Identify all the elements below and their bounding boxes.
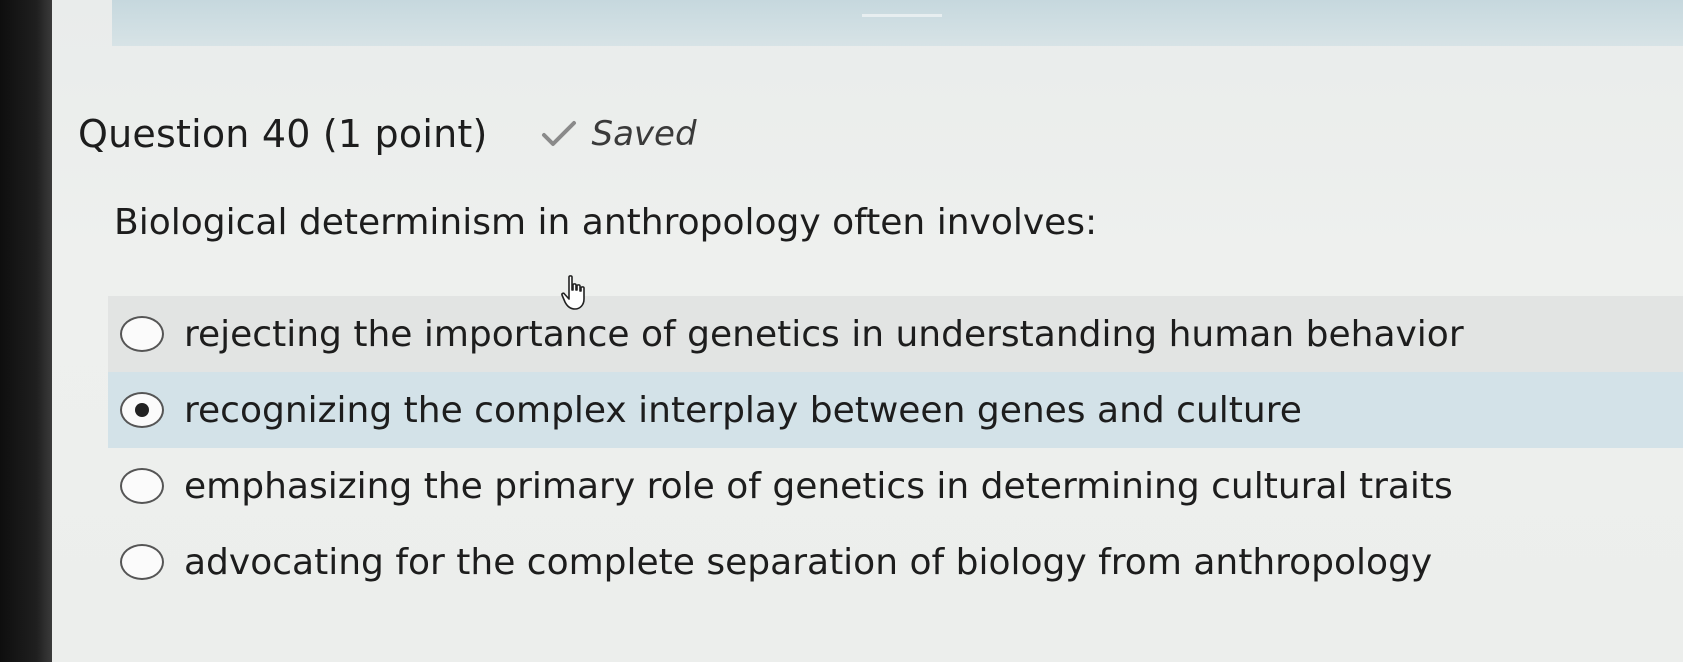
- question-title: Question 40 (1 point): [78, 112, 488, 156]
- saved-status: Saved: [540, 114, 697, 154]
- answer-option-label: recognizing the complex interplay betwee…: [184, 389, 1302, 431]
- radio-button-checked[interactable]: [120, 392, 164, 428]
- answer-option-label: advocating for the complete separation o…: [184, 541, 1433, 583]
- question-prompt: Biological determinism in anthropology o…: [114, 202, 1098, 243]
- answer-option[interactable]: rejecting the importance of genetics in …: [108, 275, 1683, 372]
- answer-option[interactable]: advocating for the complete separation o…: [108, 524, 1683, 600]
- answer-options: rejecting the importance of genetics in …: [108, 275, 1683, 600]
- answer-option[interactable]: emphasizing the primary role of genetics…: [108, 448, 1683, 524]
- checkmark-icon: [541, 121, 576, 146]
- radio-button[interactable]: [120, 468, 164, 504]
- screen: Question 40 (1 point) Saved Biological d…: [52, 0, 1683, 662]
- hand-pointer-icon: [561, 275, 585, 310]
- radio-button[interactable]: [120, 544, 164, 580]
- answer-option-label: rejecting the importance of genetics in …: [184, 313, 1464, 355]
- answer-option-label: emphasizing the primary role of genetics…: [184, 465, 1453, 507]
- answer-option-selected[interactable]: recognizing the complex interplay betwee…: [108, 372, 1683, 448]
- radio-button[interactable]: [120, 316, 164, 352]
- monitor-bezel: [0, 0, 52, 662]
- banner-underline: [862, 14, 942, 17]
- top-banner: [112, 0, 1683, 46]
- saved-label: Saved: [591, 114, 697, 154]
- radio-dot: [135, 403, 149, 417]
- question-header: Question 40 (1 point) Saved: [78, 112, 697, 156]
